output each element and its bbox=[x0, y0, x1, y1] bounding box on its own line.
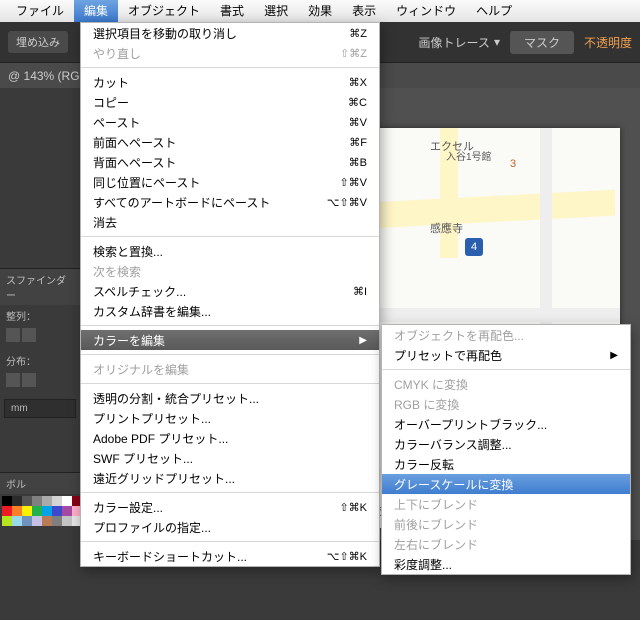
menu-object[interactable]: オブジェクト bbox=[118, 0, 210, 22]
swatch[interactable] bbox=[52, 496, 62, 506]
menu-item[interactable]: 彩度調整... bbox=[382, 554, 630, 574]
image-trace-select[interactable]: 画像トレース ▾ bbox=[419, 34, 500, 51]
align-icon[interactable] bbox=[22, 328, 36, 342]
swatch[interactable] bbox=[42, 506, 52, 516]
mask-button[interactable]: マスク bbox=[510, 31, 574, 54]
align-icon[interactable] bbox=[6, 328, 20, 342]
menu-item[interactable]: 同じ位置にペースト⇧⌘V bbox=[81, 172, 379, 192]
menu-item[interactable]: コピー⌘C bbox=[81, 92, 379, 112]
swatch[interactable] bbox=[22, 496, 32, 506]
mm-field[interactable]: mm bbox=[4, 399, 76, 418]
menu-view[interactable]: 表示 bbox=[342, 0, 386, 22]
menu-item[interactable]: プリントプリセット... bbox=[81, 408, 379, 428]
menu-item[interactable]: キーボードショートカット...⌥⇧⌘K bbox=[81, 546, 379, 566]
menu-item[interactable]: カラーバランス調整... bbox=[382, 434, 630, 454]
swatch[interactable] bbox=[52, 506, 62, 516]
chevron-down-icon: ▾ bbox=[494, 35, 500, 49]
menu-item[interactable]: カラー設定...⇧⌘K bbox=[81, 497, 379, 517]
menu-item[interactable]: 背面へペースト⌘B bbox=[81, 152, 379, 172]
menu-item[interactable]: プロファイルの指定... bbox=[81, 517, 379, 537]
menu-select[interactable]: 選択 bbox=[254, 0, 298, 22]
dist-icon[interactable] bbox=[22, 373, 36, 387]
swatch[interactable] bbox=[12, 516, 22, 526]
menu-item[interactable]: 遠近グリッドプリセット... bbox=[81, 468, 379, 488]
menu-item: 前後にブレンド bbox=[382, 514, 630, 534]
menu-type[interactable]: 書式 bbox=[210, 0, 254, 22]
edit-colors-submenu: オブジェクトを再配色...プリセットで再配色▶ CMYK に変換RGB に変換オー… bbox=[381, 324, 631, 575]
menu-window[interactable]: ウィンドウ bbox=[386, 0, 466, 22]
menu-item[interactable]: 選択項目を移動の取り消し⌘Z bbox=[81, 23, 379, 43]
menu-item[interactable]: すべてのアートボードにペースト⌥⇧⌘V bbox=[81, 192, 379, 212]
swatch[interactable] bbox=[2, 516, 12, 526]
swatch[interactable] bbox=[12, 506, 22, 516]
symbol-panel-title: ボル bbox=[0, 472, 80, 494]
swatch[interactable] bbox=[32, 496, 42, 506]
menu-item: 左右にブレンド bbox=[382, 534, 630, 554]
swatches-grid bbox=[0, 494, 80, 528]
swatch[interactable] bbox=[32, 516, 42, 526]
pathfinder-panel-title: スファインダー bbox=[0, 268, 80, 305]
menu-item[interactable]: 透明の分割・統合プリセット... bbox=[81, 388, 379, 408]
submenu-arrow-icon: ▶ bbox=[610, 350, 618, 361]
swatch[interactable] bbox=[12, 496, 22, 506]
menu-item: 上下にブレンド bbox=[382, 494, 630, 514]
map-label: 入谷1号館 bbox=[446, 148, 492, 163]
menu-item: オブジェクトを再配色... bbox=[382, 325, 630, 345]
menu-effect[interactable]: 効果 bbox=[298, 0, 342, 22]
swatch[interactable] bbox=[42, 496, 52, 506]
submenu-arrow-icon: ▶ bbox=[359, 335, 367, 346]
menu-item: 次を検索 bbox=[81, 261, 379, 281]
swatch[interactable] bbox=[52, 516, 62, 526]
opacity-label: 不透明度 bbox=[584, 34, 632, 51]
swatch[interactable] bbox=[62, 506, 72, 516]
map-marker: 3 bbox=[510, 158, 516, 170]
route-badge: 4 bbox=[465, 238, 483, 256]
menu-item[interactable]: SWF プリセット... bbox=[81, 448, 379, 468]
menu-help[interactable]: ヘルプ bbox=[466, 0, 522, 22]
menu-item[interactable]: プリセットで再配色▶ bbox=[382, 345, 630, 365]
left-panels: スファインダー 整列： 分布： mm ボル bbox=[0, 88, 80, 540]
menu-item: RGB に変換 bbox=[382, 394, 630, 414]
dist-icon[interactable] bbox=[6, 373, 20, 387]
menubar: ファイル 編集 オブジェクト 書式 選択 効果 表示 ウィンドウ ヘルプ bbox=[0, 0, 640, 22]
align-label: 整列： bbox=[0, 305, 80, 326]
swatch[interactable] bbox=[62, 496, 72, 506]
menu-item: CMYK に変換 bbox=[382, 374, 630, 394]
menu-item[interactable]: カット⌘X bbox=[81, 72, 379, 92]
swatch[interactable] bbox=[2, 506, 12, 516]
menu-item: オリジナルを編集 bbox=[81, 359, 379, 379]
menu-item[interactable]: カスタム辞書を編集... bbox=[81, 301, 379, 321]
menu-item[interactable]: ペースト⌘V bbox=[81, 112, 379, 132]
menu-item[interactable]: オーバープリントブラック... bbox=[382, 414, 630, 434]
embed-button[interactable]: 埋め込み bbox=[8, 31, 68, 53]
map-label: 感應寺 bbox=[430, 220, 463, 236]
menu-item: やり直し⇧⌘Z bbox=[81, 43, 379, 63]
menu-item[interactable]: 消去 bbox=[81, 212, 379, 232]
menu-item[interactable]: グレースケールに変換 bbox=[382, 474, 630, 494]
swatch[interactable] bbox=[32, 506, 42, 516]
menu-item[interactable]: 前面へペースト⌘F bbox=[81, 132, 379, 152]
swatch[interactable] bbox=[2, 496, 12, 506]
menu-file[interactable]: ファイル bbox=[6, 0, 74, 22]
menu-item[interactable]: カラー反転 bbox=[382, 454, 630, 474]
menu-item[interactable]: カラーを編集▶ bbox=[81, 330, 379, 350]
menu-edit[interactable]: 編集 bbox=[74, 0, 118, 22]
swatch[interactable] bbox=[22, 506, 32, 516]
edit-menu-dropdown: 選択項目を移動の取り消し⌘Zやり直し⇧⌘Z カット⌘Xコピー⌘Cペースト⌘V前面へ… bbox=[80, 22, 380, 567]
swatch[interactable] bbox=[62, 516, 72, 526]
menu-item[interactable]: 検索と置換... bbox=[81, 241, 379, 261]
menu-item[interactable]: Adobe PDF プリセット... bbox=[81, 428, 379, 448]
swatch[interactable] bbox=[22, 516, 32, 526]
menu-item[interactable]: スペルチェック...⌘I bbox=[81, 281, 379, 301]
swatch[interactable] bbox=[42, 516, 52, 526]
distribute-label: 分布： bbox=[0, 350, 80, 371]
